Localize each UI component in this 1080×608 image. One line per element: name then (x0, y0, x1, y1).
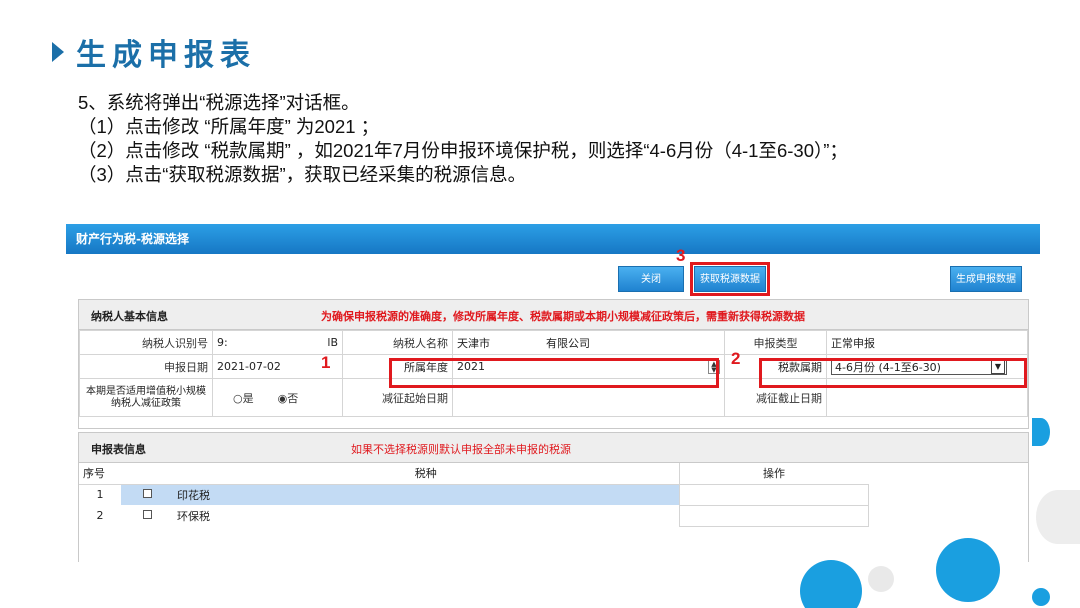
header-op: 操作 (678, 463, 869, 484)
row-op (678, 483, 869, 506)
taxpayer-id-value: 9: lB (212, 330, 343, 355)
declaration-table: 序号 税种 操作 1 印花税 2 环保税 (79, 463, 869, 527)
marker-one: 1 (321, 353, 331, 372)
row-tax: 印花税 (173, 484, 679, 505)
basic-info-title: 纳税人基本信息 (91, 310, 168, 323)
generate-report-button[interactable]: 生成申报数据 (950, 266, 1022, 292)
taxpayer-name-company: 有限公司 (546, 336, 590, 350)
slide-title-text: 生成申报表 (76, 38, 256, 73)
row-seq: 2 (96, 509, 104, 522)
dialog-title: 财产行为税-税源选择 (66, 224, 1040, 254)
small-policy-radios: ○是 ◉否 (212, 378, 343, 417)
taxpayer-id-label: 纳税人识别号 (79, 330, 213, 355)
marker-two: 2 (731, 349, 741, 368)
row-checkbox[interactable] (142, 510, 152, 519)
row-seq: 1 (96, 488, 104, 502)
declaration-title: 申报表信息 (91, 443, 146, 456)
instruction-line: （2）点击修改 “税款属期” ，如2021年7月份申报环境保护税，则选择“4-6… (78, 140, 848, 161)
highlight-year (389, 358, 719, 388)
decor-circle-icon (868, 566, 894, 592)
declaration-header: 申报表信息 如果不选择税源则默认申报全部未申报的税源 (79, 433, 1028, 463)
decor-circle-icon (1032, 588, 1050, 606)
instruction-line: （3）点击“获取税源数据”，获取已经采集的税源信息。 (78, 164, 527, 185)
decor-circle-icon (1032, 418, 1050, 446)
taxpayer-id-suffix: lB (327, 336, 338, 349)
highlight-period (759, 358, 1027, 388)
header-seq: 序号 (83, 467, 105, 481)
report-type-value: 正常申报 (826, 330, 1028, 355)
row-tax: 环保税 (177, 509, 210, 523)
small-policy-label: 本期是否适用增值税小规模纳税人减征政策 (79, 378, 213, 417)
row-op (678, 504, 869, 527)
declaration-warning: 如果不选择税源则默认申报全部未申报的税源 (351, 443, 571, 456)
table-row[interactable]: 2 环保税 (79, 504, 869, 527)
instruction-line: 5、系统将弹出“税源选择”对话框。 (78, 92, 360, 113)
decor-circle-icon (800, 560, 862, 608)
basic-info-header: 纳税人基本信息 为确保申报税源的准确度，修改所属年度、税款属期或本期小规模减征政… (79, 300, 1028, 330)
instructions: 5、系统将弹出“税源选择”对话框。 （1）点击修改 “所属年度” 为2021 ；… (78, 91, 848, 187)
tax-source-dialog: 财产行为税-税源选择 3 关闭 获取税源数据 生成申报数据 纳税人基本信息 为确… (66, 224, 1040, 562)
header-tax: 税种 (414, 467, 437, 481)
radio-yes[interactable]: ○是 (233, 390, 254, 406)
taxpayer-name-label: 纳税人名称 (342, 330, 453, 355)
report-date-label: 申报日期 (79, 354, 213, 379)
marker-three: 3 (676, 246, 686, 265)
taxpayer-id-prefix: 9: (217, 336, 228, 349)
close-button[interactable]: 关闭 (618, 266, 684, 292)
taxpayer-name-value: 天津市 有限公司 (452, 330, 725, 355)
declaration-section: 申报表信息 如果不选择税源则默认申报全部未申报的税源 序号 税种 操作 1 印花… (78, 432, 1029, 562)
decor-circle-icon (1036, 490, 1080, 544)
title-arrow-icon (52, 42, 64, 62)
decor-circle-icon (936, 538, 1000, 602)
slide-title: 生成申报表 (52, 30, 256, 74)
row-checkbox[interactable] (142, 489, 152, 499)
fetch-tax-source-button[interactable]: 获取税源数据 (694, 266, 766, 292)
table-row[interactable]: 1 印花税 (79, 483, 869, 506)
basic-info-warning: 为确保申报税源的准确度，修改所属年度、税款属期或本期小规模减征政策后，需重新获得… (321, 310, 805, 323)
instruction-line: （1）点击修改 “所属年度” 为2021 ； (78, 116, 380, 137)
taxpayer-name-city: 天津市 (457, 336, 490, 350)
radio-no[interactable]: ◉否 (278, 390, 299, 406)
